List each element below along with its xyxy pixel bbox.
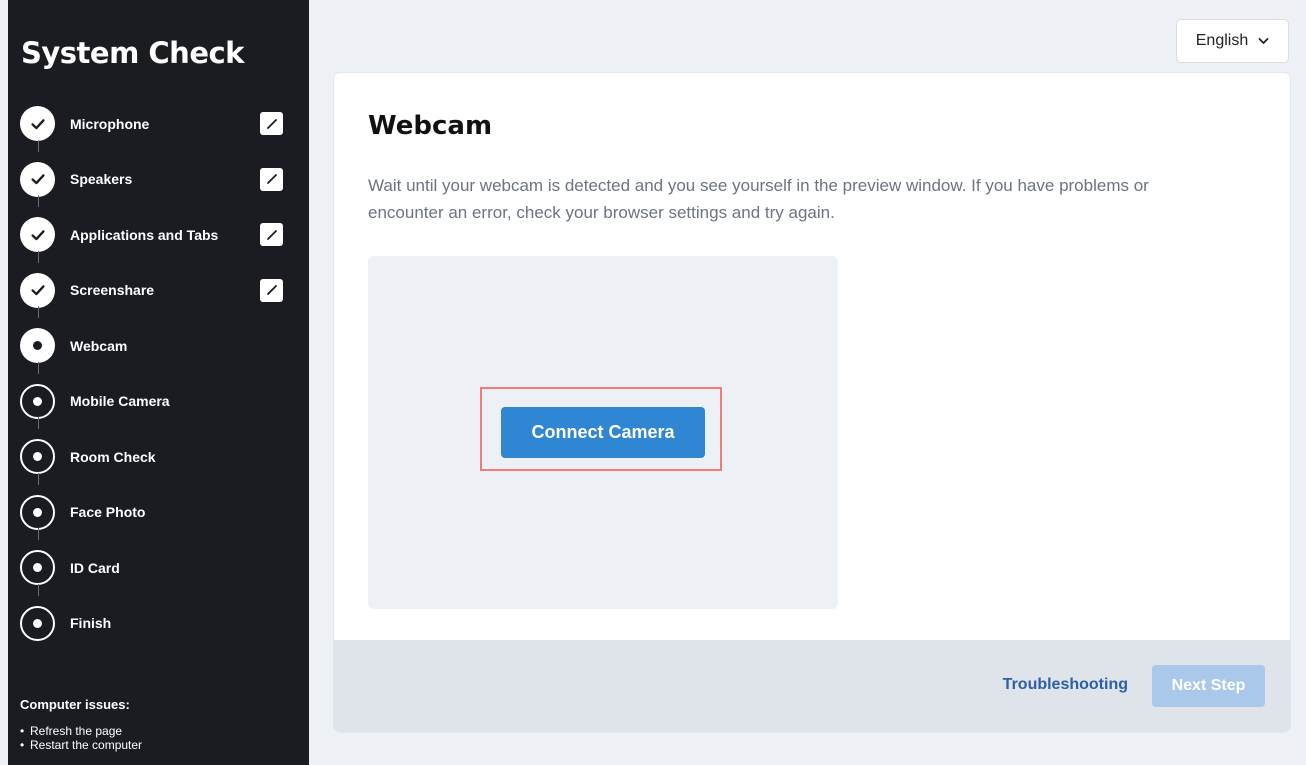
step-list: Microphone Speakers Applications and Tab… — [8, 96, 309, 651]
edit-speakers-button[interactable] — [260, 167, 283, 191]
language-select[interactable]: English — [1176, 19, 1289, 63]
language-selected: English — [1195, 32, 1249, 49]
sidebar-title: System Check — [21, 36, 244, 70]
checkmark-icon — [30, 285, 45, 296]
step-label: Face Photo — [70, 504, 146, 521]
pending-step-icon — [20, 383, 55, 419]
pencil-icon — [266, 118, 277, 129]
step-label: Mobile Camera — [70, 393, 170, 410]
step-connector — [37, 528, 39, 540]
pending-step-icon — [20, 439, 55, 475]
edit-microphone-button[interactable] — [260, 112, 283, 136]
completed-step-icon — [20, 272, 55, 308]
main-card: Webcam Wait until your webcam is detecte… — [334, 73, 1290, 732]
step-label: ID Card — [70, 559, 120, 576]
completed-step-icon — [20, 161, 55, 197]
computer-issues: Computer issues: Refresh the page Restar… — [20, 697, 142, 752]
step-label: Webcam — [70, 337, 128, 354]
issues-title: Computer issues: — [20, 697, 130, 712]
step-applications-and-tabs[interactable]: Applications and Tabs — [8, 195, 309, 263]
next-step-button[interactable]: Next Step — [1152, 665, 1265, 707]
step-connector — [37, 139, 39, 152]
step-finish[interactable]: Finish — [8, 583, 309, 652]
troubleshooting-link[interactable]: Troubleshooting — [1003, 676, 1128, 694]
pencil-icon — [266, 229, 277, 240]
step-connector — [37, 195, 39, 207]
dot-icon — [33, 341, 42, 351]
step-label: Microphone — [70, 115, 150, 132]
step-label: Applications and Tabs — [70, 226, 219, 243]
completed-step-icon — [20, 217, 55, 253]
step-label: Finish — [70, 615, 112, 632]
current-step-icon — [20, 328, 55, 364]
issue-item: Refresh the page — [20, 724, 142, 738]
checkmark-icon — [30, 229, 45, 240]
step-mobile-camera[interactable]: Mobile Camera — [8, 361, 309, 430]
webcam-preview: Connect Camera — [368, 256, 838, 609]
step-connector — [37, 250, 39, 263]
dot-icon — [33, 563, 42, 573]
step-label: Room Check — [70, 448, 156, 465]
card-footer: Troubleshooting Next Step — [334, 640, 1290, 732]
checkmark-icon — [30, 118, 45, 129]
dot-icon — [33, 396, 42, 406]
step-connector — [37, 583, 39, 596]
step-label: Screenshare — [70, 282, 155, 299]
step-label: Speakers — [70, 171, 133, 188]
dot-icon — [33, 507, 42, 517]
completed-step-icon — [20, 106, 55, 142]
dot-icon — [33, 452, 42, 462]
page-description: Wait until your webcam is detected and y… — [368, 176, 1149, 222]
connect-camera-button[interactable]: Connect Camera — [501, 407, 705, 458]
step-connector — [37, 472, 39, 485]
step-connector — [37, 306, 39, 318]
sidebar: System Check Microphone Speakers Applica… — [8, 0, 309, 765]
page-title: Webcam — [368, 111, 493, 141]
step-connector — [37, 417, 39, 429]
edit-applications-button[interactable] — [260, 223, 283, 247]
step-face-photo[interactable]: Face Photo — [8, 472, 309, 541]
edit-screenshare-button[interactable] — [260, 278, 283, 302]
step-webcam[interactable]: Webcam — [8, 306, 309, 374]
step-connector — [37, 361, 39, 374]
checkmark-icon — [30, 174, 45, 185]
pending-step-icon — [20, 494, 55, 530]
step-id-card[interactable]: ID Card — [8, 528, 309, 596]
pending-step-icon — [20, 550, 55, 586]
pending-step-icon — [20, 605, 55, 641]
pencil-icon — [266, 174, 277, 185]
step-room-check[interactable]: Room Check — [8, 417, 309, 485]
issues-list: Refresh the page Restart the computer — [20, 724, 142, 752]
issue-item: Restart the computer — [20, 738, 142, 752]
step-screenshare[interactable]: Screenshare — [8, 250, 309, 319]
pencil-icon — [266, 285, 277, 296]
step-speakers[interactable]: Speakers — [8, 139, 309, 208]
dot-icon — [33, 618, 42, 628]
step-microphone[interactable]: Microphone — [8, 96, 309, 152]
chevron-down-icon — [1258, 38, 1269, 44]
